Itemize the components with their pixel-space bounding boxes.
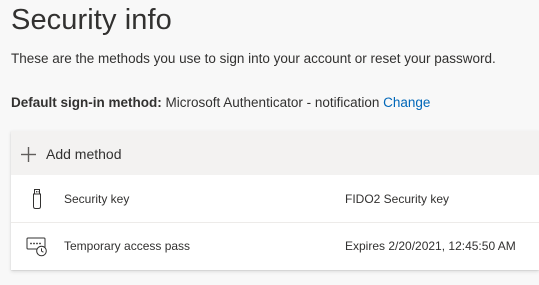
method-row-temporary-access-pass[interactable]: Temporary access pass Expires 2/20/2021,… — [11, 223, 539, 269]
default-sign-in-method: Default sign-in method: Microsoft Authen… — [11, 95, 430, 110]
add-method-label: Add method — [46, 146, 122, 162]
change-default-method-link[interactable]: Change — [383, 95, 430, 110]
page-title: Security info — [11, 4, 172, 36]
method-name: Temporary access pass — [64, 239, 191, 253]
page-description: These are the methods you use to sign in… — [11, 51, 496, 66]
method-name: Security key — [64, 192, 130, 206]
method-detail: Expires 2/20/2021, 12:45:50 AM — [345, 239, 516, 253]
temporary-pass-icon — [26, 235, 48, 257]
method-detail: FIDO2 Security key — [345, 192, 450, 206]
method-row-security-key[interactable]: Security key FIDO2 Security key — [11, 176, 539, 223]
sign-in-methods-card: Add method Security key FIDO2 Security k… — [11, 131, 539, 270]
methods-card-header: Add method — [11, 131, 539, 175]
plus-icon — [20, 146, 37, 163]
default-method-value: Microsoft Authenticator - notification — [165, 95, 380, 110]
add-method-button[interactable]: Add method — [20, 144, 122, 164]
usb-key-icon — [26, 188, 48, 210]
default-method-label: Default sign-in method: — [11, 95, 162, 110]
